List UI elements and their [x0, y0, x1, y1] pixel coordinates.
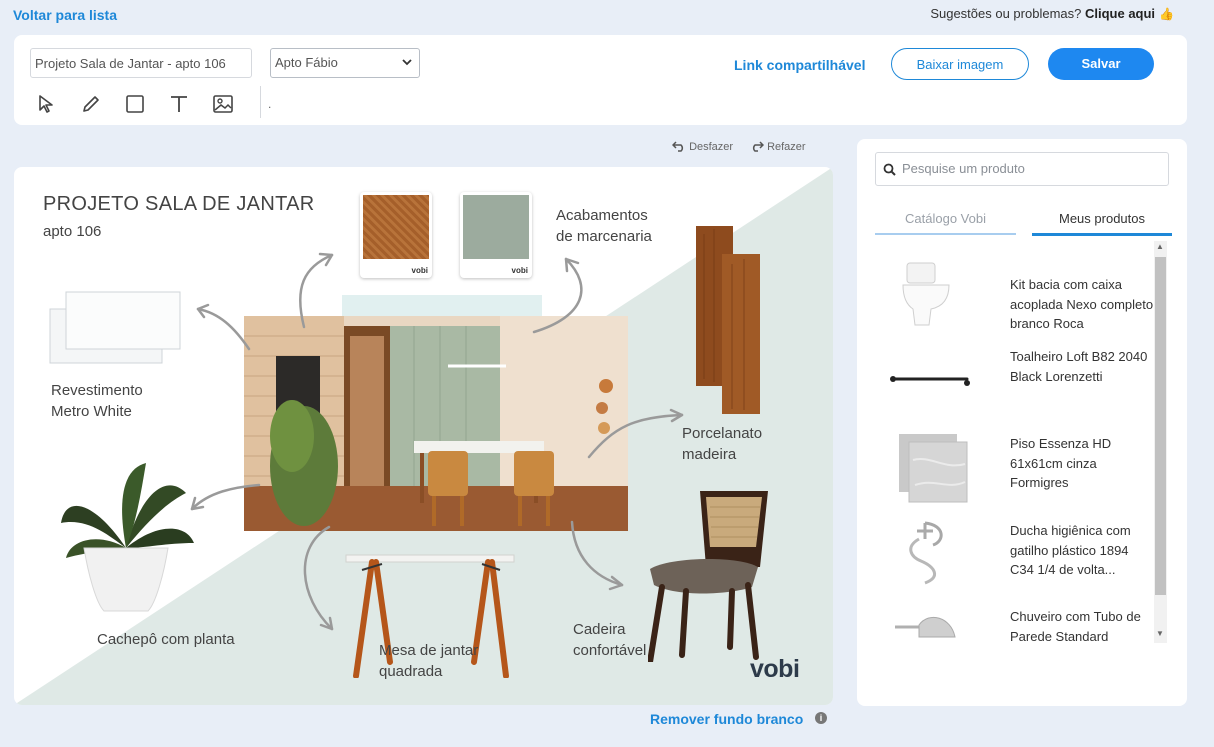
scroll-down-icon[interactable]: ▼ [1156, 629, 1164, 638]
back-to-list-link[interactable]: Voltar para lista [13, 7, 117, 23]
product-item[interactable]: Toalheiro Loft B82 2040 Black Lorenzetti [875, 337, 1155, 423]
product-item[interactable]: Kit bacia com caixa acoplada Nexo comple… [875, 251, 1155, 337]
product-item[interactable]: Ducha higiênica com gatilho plástico 189… [875, 511, 1155, 597]
undo-icon [671, 141, 686, 153]
product-list-scroll-thumb[interactable] [1155, 257, 1166, 595]
feedback-prompt: Sugestões ou problemas? Clique aqui 👍 [930, 6, 1174, 21]
owner-select-value: Apto Fábio [275, 55, 338, 70]
product-search-input[interactable]: Pesquise um produto [875, 152, 1169, 186]
undo-label: Desfazer [689, 141, 734, 153]
product-item[interactable]: Piso Essenza HD 61x61cm cinza Formigres [875, 424, 1155, 510]
toilet-icon [902, 262, 950, 326]
thumbs-up-icon: 👍 [1159, 7, 1174, 21]
rectangle-icon[interactable] [124, 93, 146, 113]
redo-button[interactable]: Refazer [750, 140, 806, 153]
floor-tile-icon [899, 434, 968, 503]
download-image-button[interactable]: Baixar imagem [891, 48, 1029, 80]
image-icon[interactable] [212, 93, 234, 113]
product-name: Ducha higiênica com gatilho plástico 189… [1010, 523, 1131, 577]
share-link[interactable]: Link compartilhável [734, 57, 865, 73]
connector-arrows [190, 252, 684, 631]
chevron-down-icon [401, 49, 413, 88]
undo-button[interactable]: Desfazer [671, 140, 734, 153]
redo-icon [750, 141, 765, 153]
towel-bar-icon [890, 376, 970, 386]
toolbar-dot: . [268, 97, 272, 111]
redo-label: Refazer [767, 141, 806, 153]
tab-vobi-catalog[interactable]: Catálogo Vobi [875, 211, 1016, 235]
tab-my-products[interactable]: Meus produtos [1032, 211, 1172, 236]
moodboard-canvas[interactable]: PROJETO SALA DE JANTAR apto 106 vobi vob… [14, 167, 833, 705]
editor-toolbar: Projeto Sala de Jantar - apto 106 Apto F… [14, 35, 1187, 125]
project-name-input[interactable]: Projeto Sala de Jantar - apto 106 [30, 48, 252, 78]
feedback-question: Sugestões ou problemas? [930, 6, 1082, 21]
product-panel: Pesquise um produto Catálogo Vobi Meus p… [857, 139, 1187, 706]
select-arrow-icon[interactable] [36, 93, 58, 113]
info-icon[interactable]: i [815, 712, 827, 724]
shower-icon [895, 616, 956, 638]
toolbar-divider [260, 86, 261, 118]
search-icon [883, 163, 896, 181]
text-icon[interactable] [168, 93, 190, 113]
product-name: Piso Essenza HD 61x61cm cinza Formigres [1010, 436, 1112, 490]
vobi-logo: vobi [750, 655, 800, 683]
save-button[interactable]: Salvar [1048, 48, 1154, 80]
pencil-icon[interactable] [80, 93, 102, 113]
scroll-up-icon[interactable]: ▲ [1156, 242, 1164, 251]
remove-white-background-link[interactable]: Remover fundo branco [650, 711, 803, 727]
product-name: Kit bacia com caixa acoplada Nexo comple… [1010, 277, 1154, 331]
owner-select[interactable]: Apto Fábio [270, 48, 420, 78]
feedback-link[interactable]: Clique aqui [1085, 6, 1155, 21]
product-name: Chuveiro com Tubo de Parede Standard [1010, 609, 1141, 644]
product-list: Kit bacia com caixa acoplada Nexo comple… [875, 239, 1169, 644]
product-name: Toalheiro Loft B82 2040 Black Lorenzetti [1010, 349, 1148, 384]
product-item[interactable]: Chuveiro com Tubo de Parede Standard [875, 597, 1155, 644]
hygienic-shower-icon [909, 521, 943, 585]
